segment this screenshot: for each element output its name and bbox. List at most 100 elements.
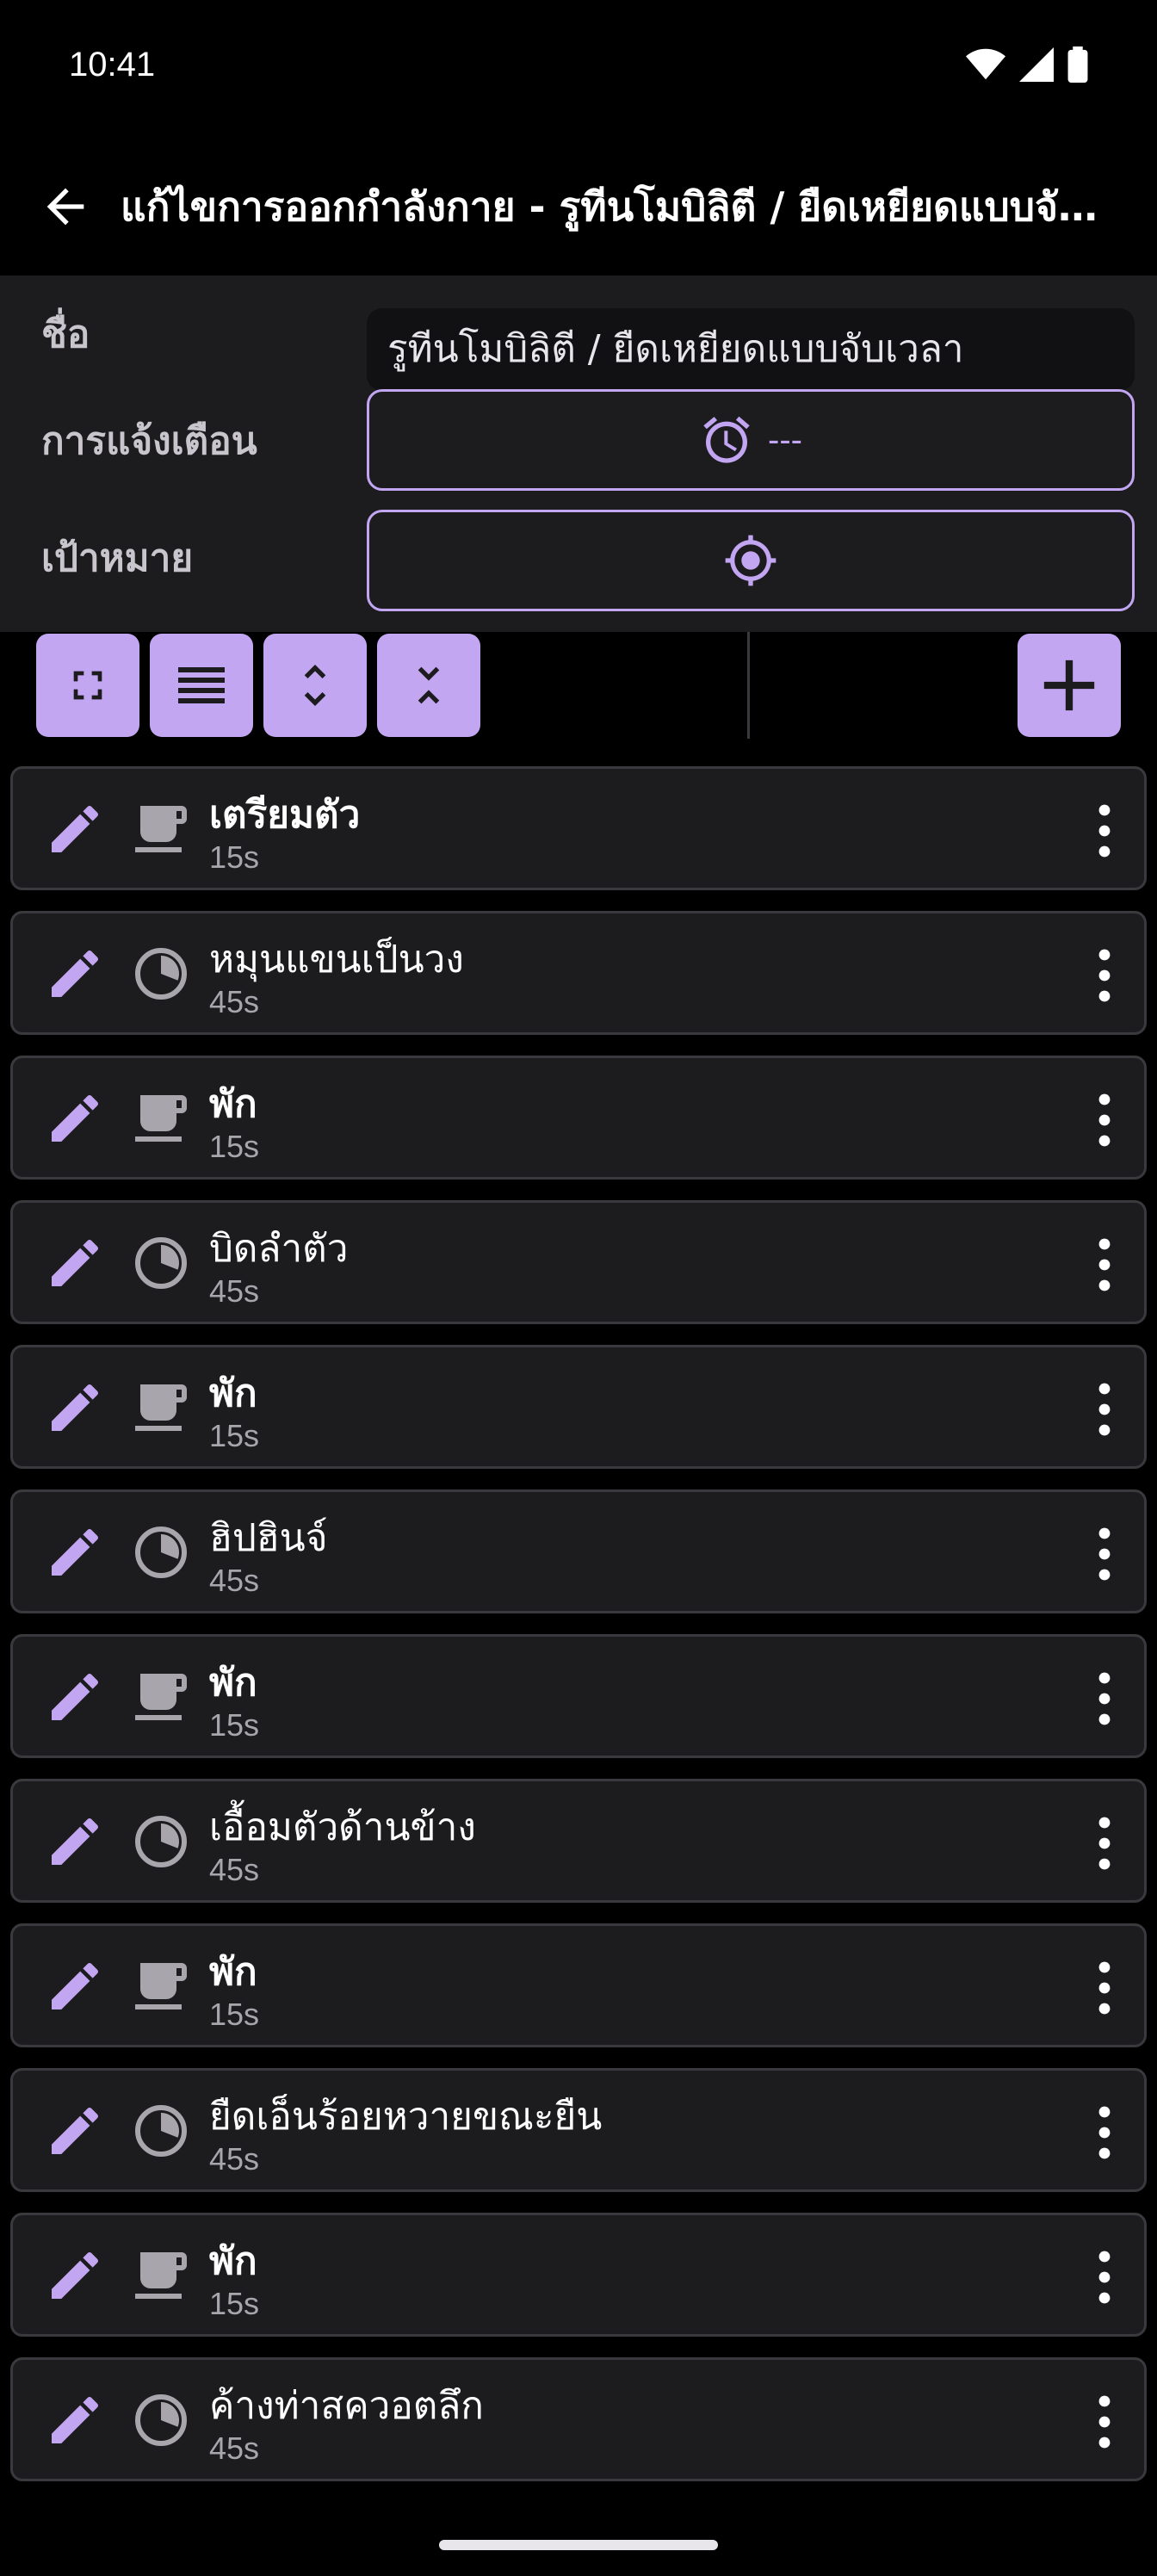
reminder-label: การแจ้งเตือน (41, 419, 257, 463)
exercise-duration: 15s (209, 839, 260, 875)
coffee-cup-icon (130, 1377, 192, 1439)
exercise-name: พัก (209, 2239, 257, 2283)
more-vert-icon[interactable] (1094, 1526, 1115, 1582)
more-vert-icon[interactable] (1094, 1237, 1115, 1292)
target-row: เป้าหมาย (0, 510, 1157, 611)
list-toolbar (0, 632, 1157, 739)
exercise-name: พัก (209, 1661, 257, 1705)
more-vert-icon[interactable] (1094, 2394, 1115, 2449)
back-button[interactable] (34, 176, 96, 238)
exercise-name: เอื้อมตัวด้านข้าง (209, 1805, 476, 1849)
name-input[interactable]: รูทีนโมบิลิตี / ยืดเหยียดแบบจับเวลา (367, 308, 1135, 391)
more-vert-icon[interactable] (1094, 1382, 1115, 1437)
more-vert-icon[interactable] (1094, 2105, 1115, 2160)
more-vert-icon[interactable] (1094, 1960, 1115, 2016)
edit-icon[interactable] (44, 2245, 106, 2307)
edit-icon[interactable] (44, 1521, 106, 1583)
more-vert-icon[interactable] (1094, 1671, 1115, 1726)
edit-icon[interactable] (44, 1955, 106, 2017)
list-item[interactable]: พัก 15s (10, 1923, 1147, 2047)
exercise-duration: 45s (209, 1273, 260, 1309)
list-item[interactable]: ยืดเอ็นร้อยหวายขณะยืน 45s (10, 2068, 1147, 2192)
list-item[interactable]: พัก 15s (10, 2213, 1147, 2337)
more-vert-icon[interactable] (1094, 1816, 1115, 1871)
exercise-duration: 45s (209, 1852, 260, 1887)
toolbar-divider (747, 632, 750, 739)
exercise-name: พัก (209, 1950, 257, 1994)
timer-icon (130, 2100, 192, 2162)
page-title: แก้ไขการออกกำลังกาย - รูทีนโมบิลิตี / ยื… (121, 183, 1102, 230)
timer-icon (130, 1811, 192, 1873)
edit-icon[interactable] (44, 1666, 106, 1728)
status-bar: 10:41 (0, 0, 1157, 129)
exercise-name: ค้างท่าสควอตลึก (209, 2384, 484, 2428)
exercise-duration: 15s (209, 2286, 260, 2321)
edit-icon[interactable] (44, 1232, 106, 1294)
exercise-duration: 15s (209, 1129, 260, 1164)
timer-icon (130, 2389, 192, 2451)
edit-icon[interactable] (44, 2389, 106, 2451)
home-indicator[interactable] (439, 2540, 718, 2550)
exercise-duration: 45s (209, 984, 260, 1019)
exercise-duration: 15s (209, 1418, 260, 1453)
add-exercise-button[interactable] (1018, 634, 1121, 737)
coffee-cup-icon (130, 2245, 192, 2307)
exercise-duration: 45s (209, 2430, 260, 2466)
edit-icon[interactable] (44, 943, 106, 1005)
list-item[interactable]: เตรียมตัว 15s (10, 766, 1147, 890)
reminder-row: การแจ้งเตือน --- (0, 389, 1157, 491)
coffee-cup-icon (130, 1087, 192, 1149)
collapse-all-button[interactable] (377, 634, 480, 737)
list-item[interactable]: บิดลำตัว 45s (10, 1200, 1147, 1324)
coffee-cup-icon (130, 798, 192, 860)
fullscreen-button[interactable] (36, 634, 139, 737)
list-item[interactable]: หมุนแขนเป็นวง 45s (10, 911, 1147, 1035)
exercise-duration: 45s (209, 2141, 260, 2177)
wifi-icon (966, 48, 1005, 80)
coffee-cup-icon (130, 1955, 192, 2017)
signal-icon (1019, 47, 1054, 82)
status-time: 10:41 (69, 45, 156, 84)
reorder-button[interactable] (150, 634, 253, 737)
alarm-icon (703, 416, 750, 463)
more-vert-icon[interactable] (1094, 1093, 1115, 1148)
workout-form: ชื่อ รูทีนโมบิลิตี / ยืดเหยียดแบบจับเวลา… (0, 276, 1157, 632)
expand-all-button[interactable] (263, 634, 367, 737)
arrow-back-icon (46, 188, 84, 226)
edit-icon[interactable] (44, 1087, 106, 1149)
more-vert-icon[interactable] (1094, 2250, 1115, 2305)
exercise-name: พัก (209, 1082, 257, 1126)
list-item[interactable]: เอื้อมตัวด้านข้าง 45s (10, 1779, 1147, 1903)
list-item[interactable]: พัก 15s (10, 1056, 1147, 1180)
edit-icon[interactable] (44, 2100, 106, 2162)
name-label: ชื่อ (41, 313, 90, 356)
exercise-name: เตรียมตัว (209, 793, 361, 837)
list-item[interactable]: พัก 15s (10, 1634, 1147, 1758)
timer-icon (130, 1521, 192, 1583)
name-row: ชื่อ รูทีนโมบิลิตี / ยืดเหยียดแบบจับเวลา (0, 288, 1157, 391)
more-vert-icon[interactable] (1094, 948, 1115, 1003)
app-bar: แก้ไขการออกกำลังกาย - รูทีนโมบิลิตี / ยื… (0, 138, 1157, 276)
list-item[interactable]: ค้างท่าสควอตลึก 45s (10, 2357, 1147, 2481)
edit-icon[interactable] (44, 1377, 106, 1439)
list-item[interactable]: พัก 15s (10, 1345, 1147, 1469)
reminder-button[interactable]: --- (367, 389, 1135, 491)
edit-icon[interactable] (44, 798, 106, 860)
list-item[interactable]: ฮิปฮินจ์ 45s (10, 1489, 1147, 1613)
target-button[interactable] (367, 510, 1135, 611)
exercise-duration: 45s (209, 1563, 260, 1598)
reminder-value: --- (768, 420, 802, 459)
battery-icon (1067, 46, 1088, 83)
edit-icon[interactable] (44, 1811, 106, 1873)
fullscreen-icon (73, 671, 102, 700)
exercise-name: ฮิปฮินจ์ (209, 1516, 328, 1560)
coffee-cup-icon (130, 1666, 192, 1728)
collapse-icon (418, 666, 440, 704)
exercise-duration: 15s (209, 1707, 260, 1743)
crosshair-icon (725, 535, 776, 586)
more-vert-icon[interactable] (1094, 803, 1115, 858)
exercise-duration: 15s (209, 1997, 260, 2032)
exercise-name: หมุนแขนเป็นวง (209, 938, 464, 981)
expand-icon (304, 665, 326, 706)
exercise-name: พัก (209, 1372, 257, 1415)
